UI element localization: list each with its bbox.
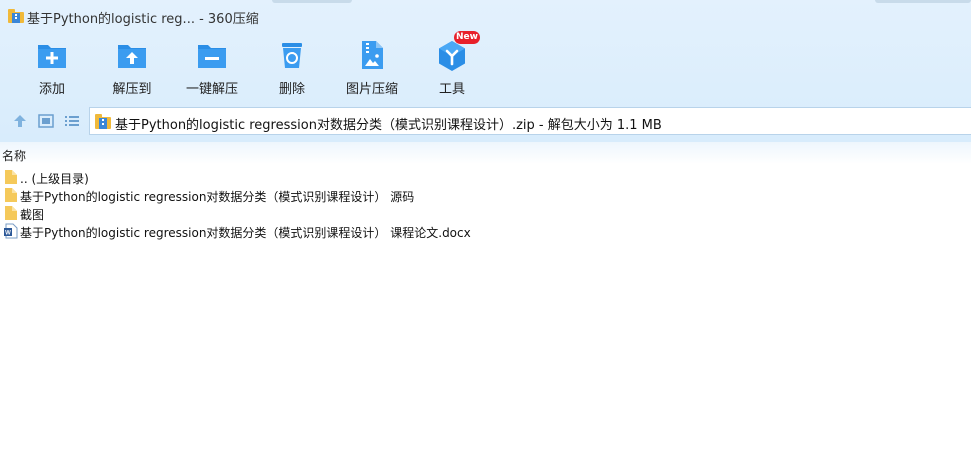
window-tab-indicator xyxy=(272,0,352,3)
add-label: 添加 xyxy=(38,82,65,97)
tools-label: 工具 xyxy=(438,82,465,97)
add-button[interactable]: 添加 xyxy=(12,36,92,98)
title-bar: 基于Python的logistic reg... - 360压缩 xyxy=(0,0,971,30)
list-item[interactable]: 截图 xyxy=(0,204,600,222)
navigation-bar: 基于Python的logistic regression对数据分类（模式识别课程… xyxy=(0,106,971,136)
delete-label: 删除 xyxy=(278,82,305,97)
list-item[interactable]: 基于Python的logistic regression对数据分类（模式识别课程… xyxy=(0,186,600,204)
image-compress-icon xyxy=(362,41,383,69)
image-compress-label: 图片压缩 xyxy=(345,82,398,97)
column-header-name[interactable]: 名称 xyxy=(2,147,26,164)
file-name: 基于Python的logistic regression对数据分类（模式识别课程… xyxy=(20,190,415,204)
image-compress-button[interactable]: 图片压缩 xyxy=(332,36,412,98)
list-view-icon[interactable] xyxy=(64,113,80,129)
top-chrome: 基于Python的logistic reg... - 360压缩 添加 解压到 xyxy=(0,0,971,142)
file-name: .. (上级目录) xyxy=(20,172,89,186)
window-tab-indicator xyxy=(875,0,971,3)
extract-to-label: 解压到 xyxy=(112,82,152,97)
list-item[interactable]: W 基于Python的logistic regression对数据分类（模式识别… xyxy=(0,222,600,240)
one-click-extract-icon xyxy=(198,45,226,68)
word-document-icon: W xyxy=(4,223,18,239)
extract-to-icon xyxy=(118,45,146,68)
address-bar[interactable]: 基于Python的logistic regression对数据分类（模式识别课程… xyxy=(89,107,971,135)
new-badge: New xyxy=(454,31,480,44)
list-item[interactable]: .. (上级目录) xyxy=(0,168,600,186)
archive-path: 基于Python的logistic regression对数据分类（模式识别课程… xyxy=(115,118,662,133)
delete-icon xyxy=(282,43,302,68)
folder-icon xyxy=(5,206,17,220)
folder-icon xyxy=(5,170,17,184)
thumbnail-view-icon[interactable] xyxy=(38,113,54,129)
delete-button[interactable]: 删除 xyxy=(252,36,332,98)
tools-button[interactable]: New 工具 xyxy=(412,31,492,98)
svg-text:W: W xyxy=(5,231,11,237)
list-header: 名称 xyxy=(0,142,971,164)
folder-icon xyxy=(5,188,17,202)
zip-app-icon xyxy=(8,9,24,23)
zip-archive-icon xyxy=(95,114,111,129)
window-title: 基于Python的logistic reg... - 360压缩 xyxy=(27,12,259,27)
extract-to-button[interactable]: 解压到 xyxy=(92,36,172,98)
up-arrow-icon[interactable] xyxy=(12,113,28,129)
one-click-extract-label: 一键解压 xyxy=(185,82,238,97)
file-name: 基于Python的logistic regression对数据分类（模式识别课程… xyxy=(20,226,471,240)
file-name: 截图 xyxy=(20,208,45,222)
toolbar: 添加 解压到 一键解压 删除 图片压缩 New 工具 xyxy=(0,31,971,100)
one-click-extract-button[interactable]: 一键解压 xyxy=(172,36,252,98)
add-icon xyxy=(38,45,66,68)
